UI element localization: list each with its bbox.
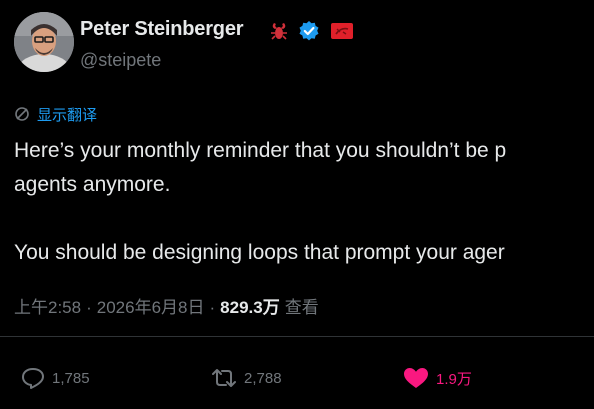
divider: [0, 336, 594, 337]
person-avatar-icon: [14, 12, 74, 72]
tweet-date[interactable]: 2026年6月8日: [97, 293, 205, 318]
tweet-meta: 上午2:58 · 2026年6月8日 · 829.3万 查看: [14, 293, 319, 318]
reply-count: 1,785: [52, 369, 90, 387]
tweet-line: Here’s your monthly reminder that you sh…: [14, 139, 507, 162]
reply-button[interactable]: 1,785: [20, 366, 90, 390]
translate-icon: [15, 107, 29, 121]
separator-dot: ·: [86, 298, 92, 317]
repost-icon: [212, 369, 236, 387]
like-count: 1.9万: [436, 370, 472, 388]
author-name[interactable]: Peter Steinberger: [80, 18, 244, 41]
repost-count: 2,788: [244, 369, 282, 387]
avatar[interactable]: [14, 12, 74, 72]
repost-button[interactable]: 2,788: [210, 366, 282, 390]
views-count: 829.3万: [220, 298, 280, 317]
show-translation-label: 显示翻译: [37, 106, 98, 124]
heart-icon: [404, 368, 428, 388]
red-flag-icon: [329, 20, 355, 42]
separator-dot: ·: [209, 298, 216, 317]
lobster-emoji-icon: [268, 20, 290, 42]
author-handle[interactable]: @steipete: [80, 50, 161, 71]
tweet-time[interactable]: 上午2:58: [14, 293, 81, 318]
show-translation-link[interactable]: 显示翻译: [14, 104, 97, 124]
tweet-text: Here’s your monthly reminder that you sh…: [14, 134, 594, 270]
reply-icon: [22, 368, 44, 389]
tweet-line: You should be designing loops that promp…: [14, 241, 505, 264]
views-label: 查看: [284, 298, 319, 317]
like-button[interactable]: 1.9万: [402, 366, 472, 390]
tweet-line: agents anymore.: [14, 173, 171, 196]
verified-badge-icon[interactable]: [298, 20, 320, 42]
